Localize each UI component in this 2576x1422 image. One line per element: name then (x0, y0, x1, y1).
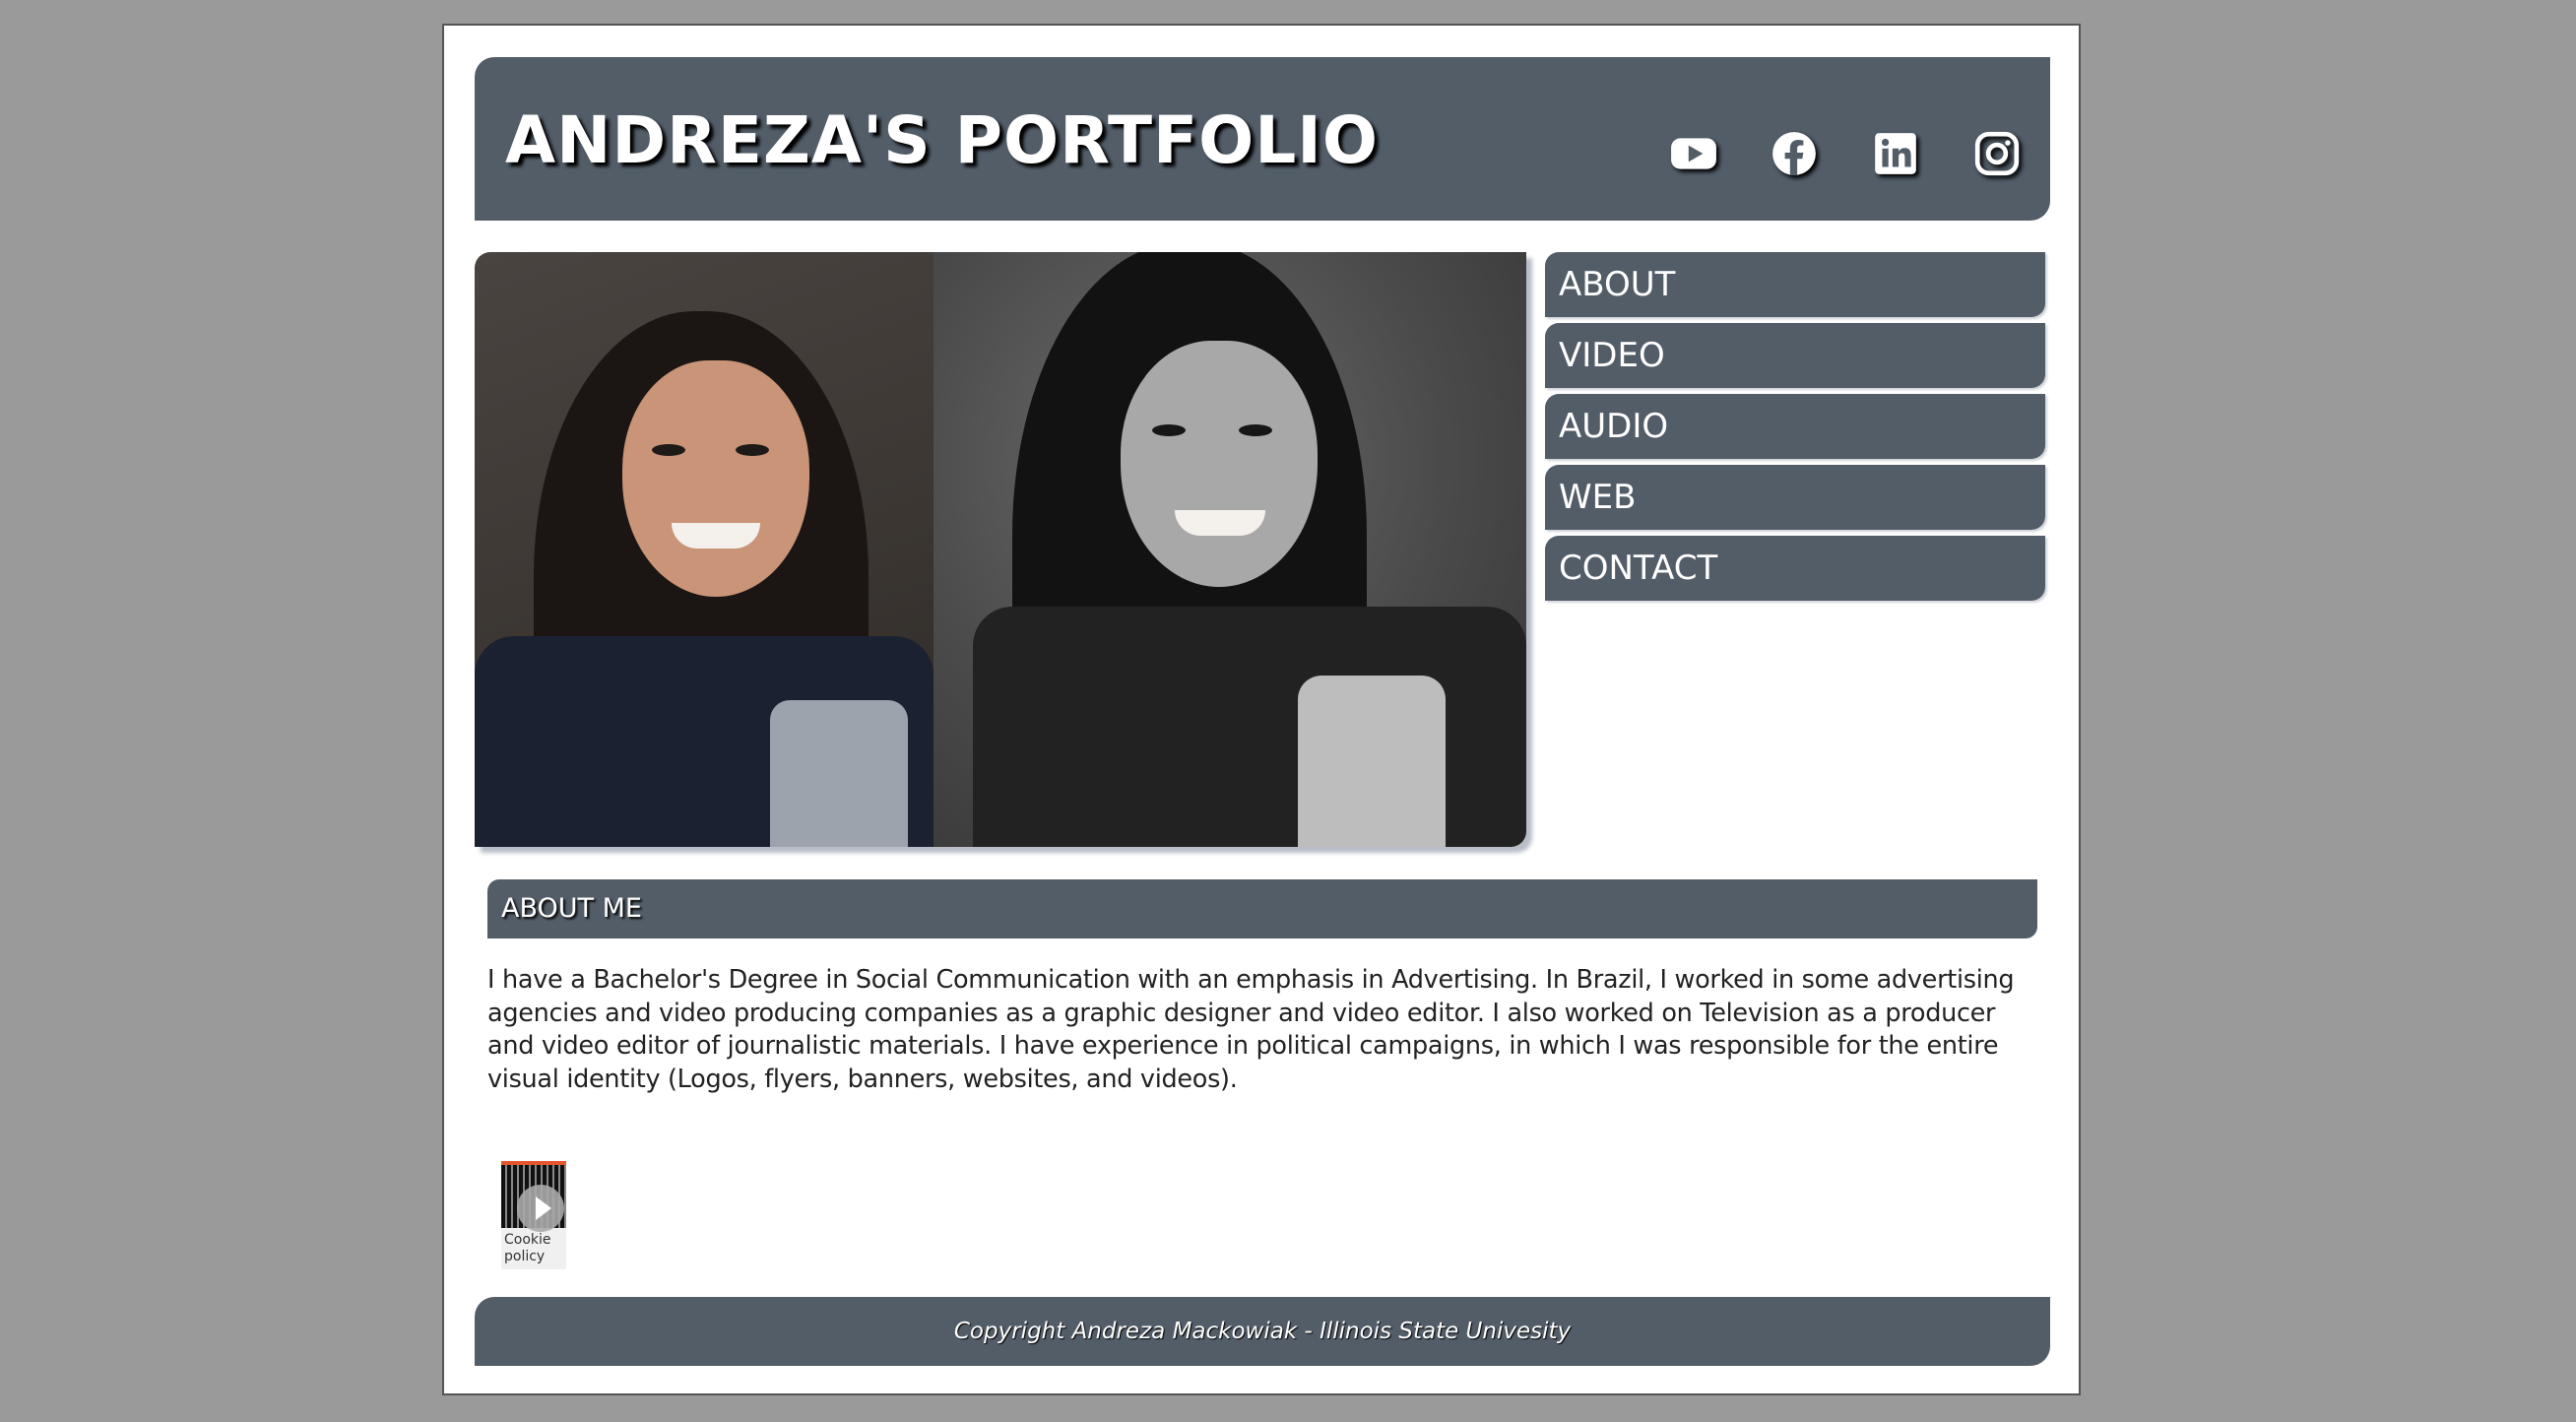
about-paragraph: I have a Bachelor's Degree in Social Com… (487, 965, 2015, 1094)
facebook-icon[interactable] (1770, 129, 1819, 178)
linkedin-icon[interactable] (1871, 129, 1920, 178)
instagram-icon-glyph (1974, 131, 2020, 176)
site-header: ANDREZA'S PORTFOLIO (475, 57, 2050, 221)
cookie-policy-label: Cookie policy (504, 1232, 551, 1264)
cookie-policy-badge[interactable]: Cookie policy (501, 1161, 566, 1269)
page-container: ANDREZA'S PORTFOLIO ABOUT VIDEO AUDIO WE… (442, 24, 2081, 1395)
hero-photo (475, 252, 1526, 847)
facebook-icon-glyph (1772, 132, 1816, 175)
copyright-text: Copyright Andreza Mackowiak - Illinois S… (953, 1319, 1572, 1344)
play-icon (517, 1185, 564, 1232)
instagram-icon[interactable] (1972, 129, 2022, 178)
site-title: ANDREZA'S PORTFOLIO (505, 102, 1379, 178)
portrait-bw-photo (934, 252, 1526, 847)
linkedin-icon-glyph (1875, 133, 1916, 174)
nav-item-contact[interactable]: CONTACT (1545, 536, 2045, 601)
nav-item-web[interactable]: WEB (1545, 465, 2045, 530)
site-footer: Copyright Andreza Mackowiak - Illinois S… (475, 1297, 2050, 1366)
nav-item-audio[interactable]: AUDIO (1545, 394, 2045, 459)
about-section-header: ABOUT ME (487, 879, 2037, 938)
main-nav: ABOUT VIDEO AUDIO WEB CONTACT (1545, 252, 2045, 607)
youtube-icon-glyph (1671, 138, 1716, 169)
nav-item-video[interactable]: VIDEO (1545, 323, 2045, 388)
youtube-icon[interactable] (1669, 129, 1718, 178)
about-heading: ABOUT ME (501, 893, 642, 924)
nav-item-about[interactable]: ABOUT (1545, 252, 2045, 317)
portrait-color-photo (475, 252, 934, 847)
